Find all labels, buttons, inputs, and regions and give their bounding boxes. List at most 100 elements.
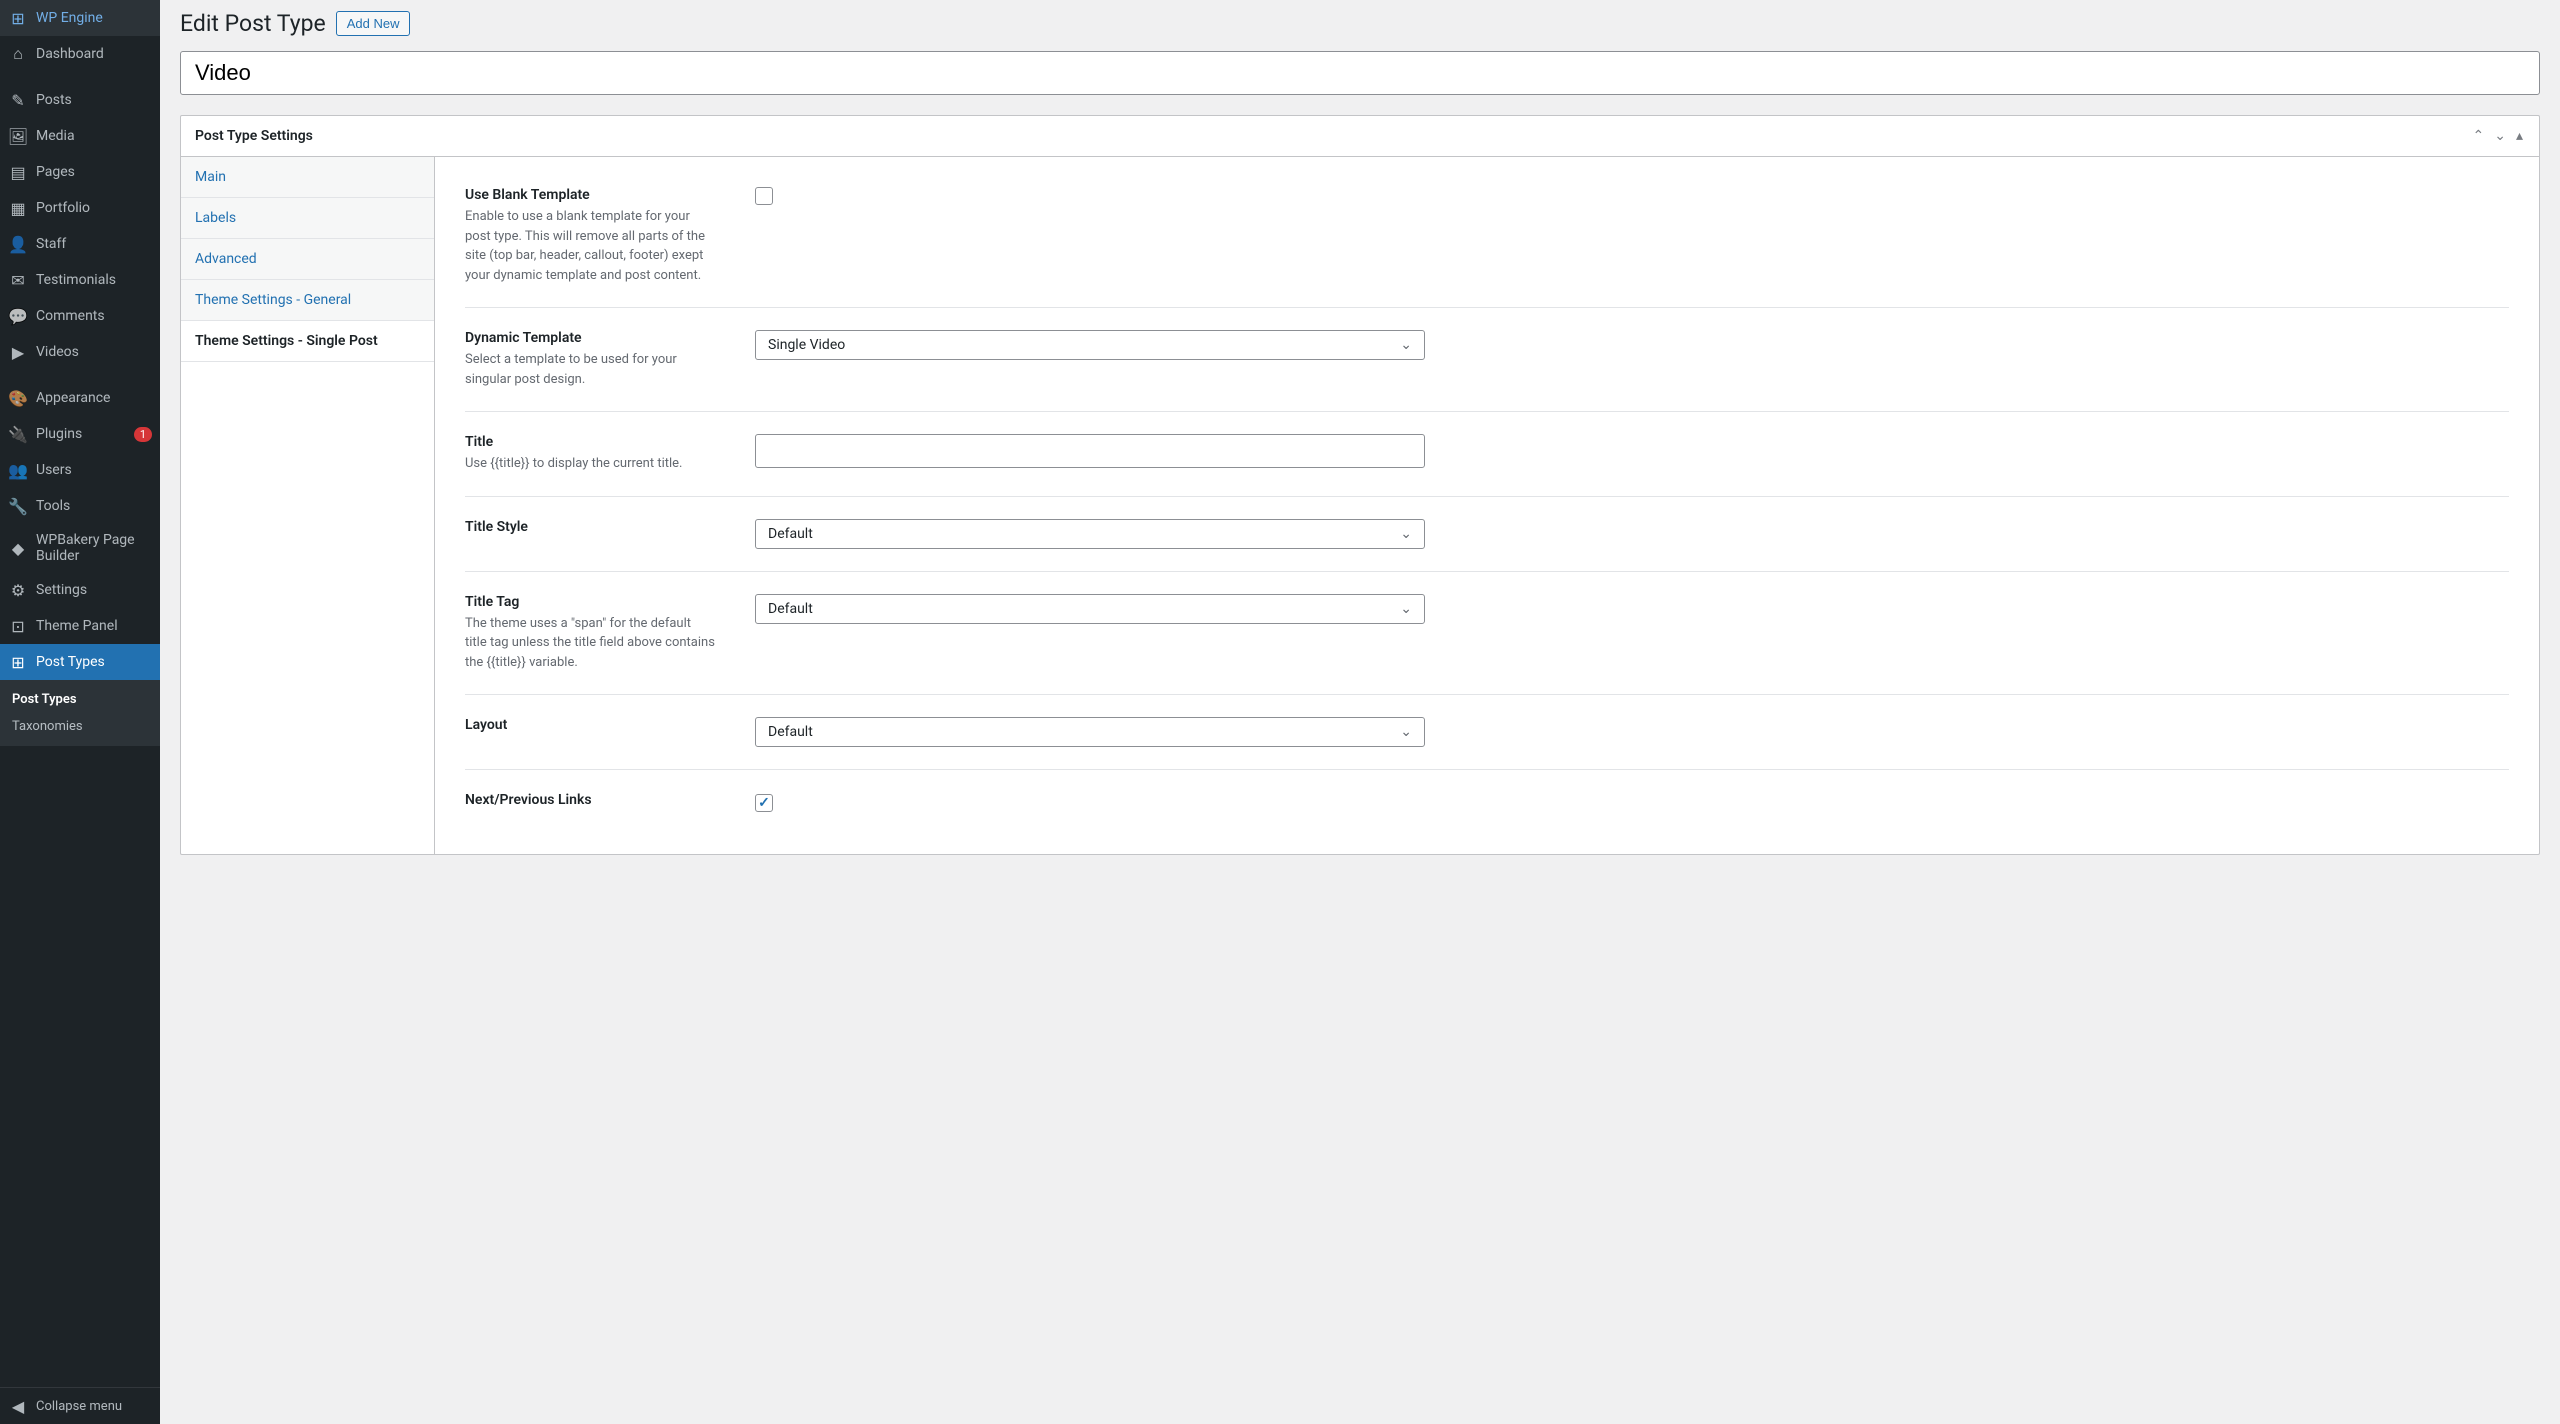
select-value: Single Video bbox=[768, 337, 845, 353]
wp-engine-icon: ⊞ bbox=[8, 8, 28, 28]
sidebar-item-label: Settings bbox=[36, 582, 152, 598]
sidebar-item-label: Appearance bbox=[36, 390, 152, 406]
wpbakery-icon: ◆ bbox=[8, 538, 28, 558]
title-style-select[interactable]: Default ⌄ bbox=[755, 519, 1425, 549]
collapse-icon: ◀ bbox=[8, 1396, 28, 1416]
settings-fields: Use Blank Template Enable to use a blank… bbox=[435, 157, 2539, 854]
sidebar-item-label: Posts bbox=[36, 92, 152, 108]
sidebar-item-label: WP Engine bbox=[36, 10, 152, 26]
media-icon: 🖼 bbox=[8, 126, 28, 146]
tab-labels[interactable]: Labels bbox=[181, 198, 434, 239]
sidebar-item-staff[interactable]: 👤 Staff bbox=[0, 226, 160, 262]
settings-icon: ⚙ bbox=[8, 580, 28, 600]
title-tag-label: Title Tag bbox=[465, 594, 715, 610]
select-value: Default bbox=[768, 724, 813, 740]
title-tag-desc: The theme uses a "span" for the default … bbox=[465, 614, 715, 673]
move-up-icon[interactable]: ⌃ bbox=[2471, 126, 2487, 146]
sidebar-item-label: Portfolio bbox=[36, 200, 152, 216]
dashboard-icon: ⌂ bbox=[8, 44, 28, 64]
sidebar-item-appearance[interactable]: 🎨 Appearance bbox=[0, 380, 160, 416]
plugins-icon: 🔌 bbox=[8, 424, 28, 444]
tab-main[interactable]: Main bbox=[181, 157, 434, 198]
sidebar-item-plugins[interactable]: 🔌 Plugins 1 bbox=[0, 416, 160, 452]
select-value: Default bbox=[768, 526, 813, 542]
title-input[interactable] bbox=[755, 434, 1425, 468]
sidebar-item-posts[interactable]: ✎ Posts bbox=[0, 82, 160, 118]
title-tag-select[interactable]: Default ⌄ bbox=[755, 594, 1425, 624]
panel-title: Post Type Settings bbox=[195, 128, 313, 144]
sidebar-item-label: Users bbox=[36, 462, 152, 478]
layout-label: Layout bbox=[465, 717, 715, 733]
settings-tabs: Main Labels Advanced Theme Settings - Ge… bbox=[181, 157, 435, 854]
sidebar-item-tools[interactable]: 🔧 Tools bbox=[0, 488, 160, 524]
submenu-taxonomies[interactable]: Taxonomies bbox=[0, 713, 160, 740]
sidebar-item-label: Post Types bbox=[36, 654, 152, 670]
pages-icon: ▤ bbox=[8, 162, 28, 182]
dynamic-template-desc: Select a template to be used for your si… bbox=[465, 350, 715, 389]
layout-select[interactable]: Default ⌄ bbox=[755, 717, 1425, 747]
toggle-panel-icon[interactable]: ▴ bbox=[2514, 126, 2525, 146]
sidebar-item-label: Staff bbox=[36, 236, 152, 252]
main-content: Edit Post Type Add New Post Type Setting… bbox=[160, 0, 2560, 1424]
collapse-menu-button[interactable]: ◀ Collapse menu bbox=[0, 1387, 160, 1424]
tab-theme-single-post[interactable]: Theme Settings - Single Post bbox=[181, 321, 434, 362]
theme-panel-icon: ⊡ bbox=[8, 616, 28, 636]
sidebar-item-wp-engine[interactable]: ⊞ WP Engine bbox=[0, 0, 160, 36]
post-type-name-input[interactable] bbox=[180, 51, 2540, 95]
sidebar-item-settings[interactable]: ⚙ Settings bbox=[0, 572, 160, 608]
move-down-icon[interactable]: ⌄ bbox=[2492, 126, 2508, 146]
title-style-label: Title Style bbox=[465, 519, 715, 535]
sidebar-item-testimonials[interactable]: ✉ Testimonials bbox=[0, 262, 160, 298]
title-desc: Use {{title}} to display the current tit… bbox=[465, 454, 715, 474]
tools-icon: 🔧 bbox=[8, 496, 28, 516]
sidebar-item-label: Pages bbox=[36, 164, 152, 180]
sidebar-item-label: Dashboard bbox=[36, 46, 152, 62]
videos-icon: ▶ bbox=[8, 342, 28, 362]
next-prev-checkbox[interactable] bbox=[755, 794, 773, 812]
admin-sidebar: ⊞ WP Engine ⌂ Dashboard ✎ Posts 🖼 Media … bbox=[0, 0, 160, 1424]
submenu-post-types[interactable]: Post Types bbox=[0, 686, 160, 713]
settings-panel: Post Type Settings ⌃ ⌄ ▴ Main Labels Adv… bbox=[180, 115, 2540, 855]
blank-template-label: Use Blank Template bbox=[465, 187, 715, 203]
dynamic-template-select[interactable]: Single Video ⌄ bbox=[755, 330, 1425, 360]
sidebar-item-comments[interactable]: 💬 Comments bbox=[0, 298, 160, 334]
sidebar-item-wpbakery[interactable]: ◆ WPBakery Page Builder bbox=[0, 524, 160, 572]
sidebar-item-label: Plugins bbox=[36, 426, 130, 442]
title-label: Title bbox=[465, 434, 715, 450]
sidebar-item-pages[interactable]: ▤ Pages bbox=[0, 154, 160, 190]
blank-template-desc: Enable to use a blank template for your … bbox=[465, 207, 715, 285]
sidebar-item-label: Videos bbox=[36, 344, 152, 360]
collapse-label: Collapse menu bbox=[36, 1399, 122, 1414]
portfolio-icon: ▦ bbox=[8, 198, 28, 218]
update-badge: 1 bbox=[134, 427, 152, 442]
post-types-icon: ⊞ bbox=[8, 652, 28, 672]
sidebar-item-label: Comments bbox=[36, 308, 152, 324]
sidebar-item-theme-panel[interactable]: ⊡ Theme Panel bbox=[0, 608, 160, 644]
comments-icon: 💬 bbox=[8, 306, 28, 326]
add-new-button[interactable]: Add New bbox=[336, 11, 411, 36]
chevron-down-icon: ⌄ bbox=[1400, 601, 1412, 617]
sidebar-item-users[interactable]: 👥 Users bbox=[0, 452, 160, 488]
sidebar-item-post-types[interactable]: ⊞ Post Types bbox=[0, 644, 160, 680]
next-prev-label: Next/Previous Links bbox=[465, 792, 715, 808]
select-value: Default bbox=[768, 601, 813, 617]
sidebar-item-videos[interactable]: ▶ Videos bbox=[0, 334, 160, 370]
appearance-icon: 🎨 bbox=[8, 388, 28, 408]
sidebar-item-label: Theme Panel bbox=[36, 618, 152, 634]
sidebar-item-dashboard[interactable]: ⌂ Dashboard bbox=[0, 36, 160, 72]
sidebar-item-label: Testimonials bbox=[36, 272, 152, 288]
pin-icon: ✎ bbox=[8, 90, 28, 110]
blank-template-checkbox[interactable] bbox=[755, 187, 773, 205]
sidebar-item-media[interactable]: 🖼 Media bbox=[0, 118, 160, 154]
users-icon: 👥 bbox=[8, 460, 28, 480]
chevron-down-icon: ⌄ bbox=[1400, 724, 1412, 740]
tab-advanced[interactable]: Advanced bbox=[181, 239, 434, 280]
staff-icon: 👤 bbox=[8, 234, 28, 254]
tab-theme-general[interactable]: Theme Settings - General bbox=[181, 280, 434, 321]
sidebar-item-portfolio[interactable]: ▦ Portfolio bbox=[0, 190, 160, 226]
page-title: Edit Post Type bbox=[180, 10, 326, 37]
sidebar-item-label: Media bbox=[36, 128, 152, 144]
chevron-down-icon: ⌄ bbox=[1400, 337, 1412, 353]
testimonials-icon: ✉ bbox=[8, 270, 28, 290]
dynamic-template-label: Dynamic Template bbox=[465, 330, 715, 346]
